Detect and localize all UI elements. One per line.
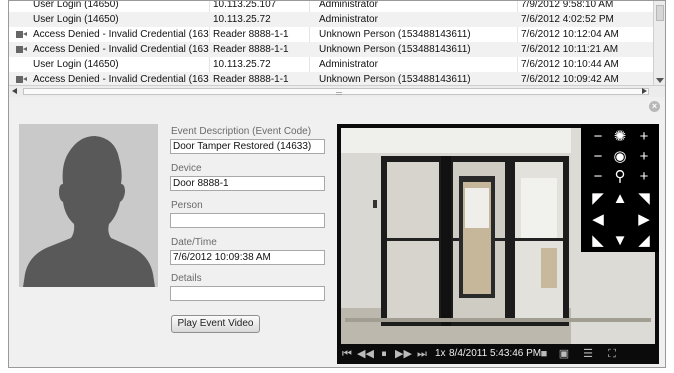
details-label: Details — [171, 273, 202, 284]
event-description-label: Event Description (Event Code) — [171, 126, 312, 137]
video-camera-icon — [16, 46, 27, 53]
scroll-down-arrow-icon[interactable] — [656, 78, 664, 83]
event-datetime-cell: 7/6/2012 10:10:44 AM — [521, 59, 619, 70]
person-silhouette-icon — [19, 124, 158, 287]
skip-to-start-icon[interactable]: ⏮ — [341, 347, 353, 361]
scroll-right-arrow-icon[interactable] — [642, 88, 647, 94]
event-list-vertical-scrollbar[interactable] — [653, 1, 665, 85]
pan-up-icon[interactable]: ▲ — [611, 190, 629, 208]
event-description-cell: User Login (14650) — [33, 14, 119, 25]
device-field[interactable]: Door 8888-1 — [170, 176, 325, 191]
event-row[interactable]: User Login (14650) 10.113.25.72 Administra… — [9, 12, 653, 27]
event-description-cell: Access Denied - Invalid Credential (163.… — [33, 29, 209, 40]
zoom-minus-icon[interactable]: − — [589, 168, 607, 186]
event-person-cell: Unknown Person (153488143611) — [319, 74, 471, 85]
rewind-icon[interactable]: ◀◀ — [357, 347, 374, 361]
event-person-cell: Unknown Person (153488143611) — [319, 29, 471, 40]
snapshot-icon[interactable]: ■ — [537, 347, 551, 361]
zoom-in-icon[interactable]: + — [635, 128, 653, 146]
event-datetime-cell: 7/6/2012 10:11:21 AM — [521, 44, 619, 55]
skip-to-end-icon[interactable]: ⏭ — [415, 347, 429, 361]
horizontal-scroll-thumb[interactable] — [23, 88, 649, 95]
export-icon[interactable]: ▣ — [557, 347, 571, 361]
event-datetime-cell: 7/9/2012 9:58:10 AM — [521, 1, 614, 10]
datetime-label: Date/Time — [171, 237, 217, 248]
ptz-control-pad: − ✺ + − ◉ + − ⚲ + ◤ ▲ ◥ ◀ ▶ ◣ ▼ ◢ — [581, 124, 659, 252]
grip-icon — [336, 92, 342, 95]
event-detail-panel: × Event Description (Event Code) Door Ta… — [9, 97, 665, 367]
event-row[interactable]: User Login (14650) 10.113.25.107 Administr… — [9, 1, 653, 12]
event-device-cell: Reader 8888-1-1 — [213, 44, 289, 55]
playback-speed: 1x — [435, 348, 446, 359]
event-row[interactable]: Access Denied - Invalid Credential (163.… — [9, 72, 653, 85]
event-description-field[interactable]: Door Tamper Restored (14633) — [170, 139, 325, 154]
event-description-cell: User Login (14650) — [33, 1, 119, 10]
focus-far-icon[interactable]: + — [635, 148, 653, 166]
close-detail-button[interactable]: × — [649, 101, 660, 112]
playback-controls: 1x 8/4/2011 5:43:46 PM ⏮ ◀◀ ⏸ ▶▶ ⏭ ■ ▣ ☰ ⛶ — [337, 344, 659, 364]
person-photo-placeholder — [19, 124, 158, 287]
video-player: − ✺ + − ◉ + − ⚲ + ◤ ▲ ◥ ◀ ▶ ◣ ▼ ◢ 1x 8/4/2011 5:43:46 PM… — [337, 124, 659, 364]
event-datetime-cell: 7/6/2012 10:12:04 AM — [521, 29, 619, 40]
zoom-plus-icon[interactable]: + — [635, 168, 653, 186]
fast-forward-icon[interactable]: ▶▶ — [395, 347, 412, 361]
scroll-left-arrow-icon[interactable] — [12, 88, 17, 94]
focus-icon[interactable]: ◉ — [611, 148, 629, 166]
video-camera-icon — [16, 76, 27, 83]
event-row[interactable]: User Login (14650) 10.113.25.72 Administra… — [9, 57, 653, 72]
event-person-cell: Administrator — [319, 1, 378, 10]
event-device-cell: Reader 8888-1-1 — [213, 29, 289, 40]
event-row[interactable]: Access Denied - Invalid Credential (163.… — [9, 42, 653, 57]
magnifier-icon[interactable]: ⚲ — [611, 168, 629, 186]
play-event-video-button[interactable]: Play Event Video — [171, 315, 260, 333]
pan-down-left-icon[interactable]: ◣ — [589, 232, 607, 250]
pan-up-right-icon[interactable]: ◥ — [635, 190, 653, 208]
event-device-cell: 10.113.25.107 — [213, 1, 277, 10]
vertical-scroll-thumb[interactable] — [656, 5, 664, 21]
details-field[interactable] — [170, 286, 325, 301]
iris-icon[interactable]: ✺ — [611, 128, 629, 146]
person-field[interactable] — [170, 213, 325, 228]
event-device-cell: 10.113.25.72 — [213, 14, 271, 25]
datetime-field[interactable]: 7/6/2012 10:09:38 AM — [170, 250, 325, 265]
event-monitor-window: User Login (14650) 10.113.25.107 Administr… — [8, 0, 666, 368]
pan-down-icon[interactable]: ▼ — [611, 232, 629, 250]
event-description-cell: Access Denied - Invalid Credential (163.… — [33, 74, 209, 85]
event-description-cell: User Login (14650) — [33, 59, 119, 70]
pan-down-right-icon[interactable]: ◢ — [635, 232, 653, 250]
event-person-cell: Administrator — [319, 59, 378, 70]
event-description-cell: Access Denied - Invalid Credential (163.… — [33, 44, 209, 55]
pan-up-left-icon[interactable]: ◤ — [589, 190, 607, 208]
event-device-cell: Reader 8888-1-1 — [213, 74, 289, 85]
fullscreen-icon[interactable]: ⛶ — [605, 347, 619, 361]
event-person-cell: Administrator — [319, 14, 378, 25]
focus-near-icon[interactable]: − — [589, 148, 607, 166]
person-label: Person — [171, 200, 203, 211]
event-person-cell: Unknown Person (153488143611) — [319, 44, 471, 55]
event-datetime-cell: 7/6/2012 4:02:52 PM — [521, 14, 614, 25]
device-label: Device — [171, 163, 202, 174]
pan-right-icon[interactable]: ▶ — [635, 211, 653, 229]
video-camera-icon — [16, 31, 27, 38]
pause-icon[interactable]: ⏸ — [377, 347, 391, 361]
pan-left-icon[interactable]: ◀ — [589, 211, 607, 229]
zoom-out-icon[interactable]: − — [589, 128, 607, 146]
event-device-cell: 10.113.25.72 — [213, 59, 271, 70]
video-timestamp: 8/4/2011 5:43:46 PM — [449, 348, 542, 359]
menu-icon[interactable]: ☰ — [581, 347, 595, 361]
event-row[interactable]: Access Denied - Invalid Credential (163.… — [9, 27, 653, 42]
event-list-horizontal-scrollbar[interactable] — [9, 85, 665, 97]
event-datetime-cell: 7/6/2012 10:09:42 AM — [521, 74, 619, 85]
event-list: User Login (14650) 10.113.25.107 Administr… — [9, 1, 653, 85]
